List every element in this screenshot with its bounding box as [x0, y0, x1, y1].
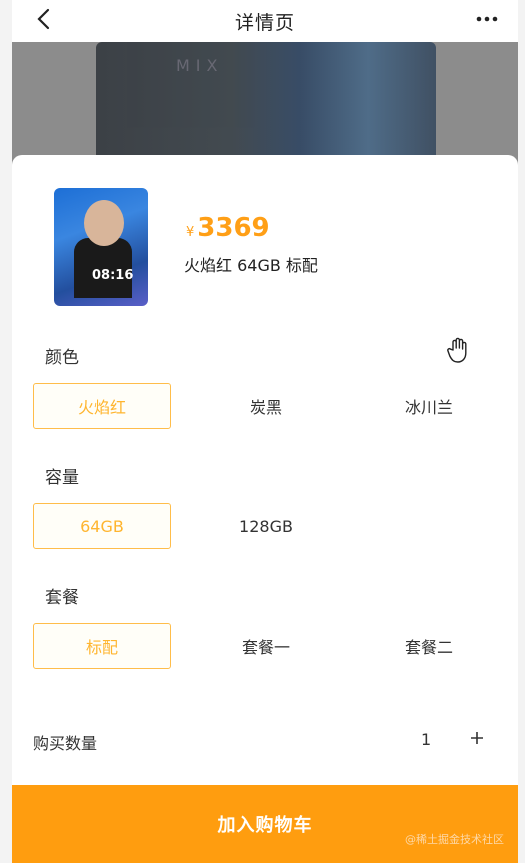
package-option-standard[interactable]: 标配: [33, 623, 171, 669]
more-horizontal-icon: [476, 16, 498, 22]
quantity-value: 1: [421, 730, 432, 749]
color-option-carbon-black[interactable]: 炭黑: [197, 383, 335, 429]
capacity-option-64gb[interactable]: 64GB: [33, 503, 171, 549]
price-symbol: ¥: [186, 225, 195, 240]
hand-cursor-icon: [447, 337, 467, 363]
product-price: ¥ 3369: [186, 213, 270, 243]
package-option-one[interactable]: 套餐一: [197, 623, 335, 669]
banner-logo: MIX: [176, 56, 224, 75]
navbar: 详情页: [12, 0, 518, 42]
quantity-label: 购买数量: [33, 734, 98, 753]
color-option-flame-red[interactable]: 火焰红: [33, 383, 171, 429]
spec-selection-sheet: 08:16 ¥ 3369 火焰红 64GB 标配 颜色 火焰红 炭黑 冰川兰 容…: [12, 155, 518, 863]
detail-page: 详情页 MIX 08:16 ¥ 3369 火焰红 64GB 标配 颜色 火焰红 …: [12, 0, 518, 863]
add-to-cart-label: 加入购物车: [217, 815, 313, 836]
page-title: 详情页: [234, 11, 295, 34]
thumbnail-clock: 08:16: [92, 268, 134, 283]
back-button[interactable]: [30, 6, 56, 32]
watermark: @稀土掘金技术社区: [405, 833, 504, 846]
color-label: 颜色: [45, 348, 79, 368]
capacity-label: 容量: [45, 468, 79, 488]
chevron-left-icon: [37, 8, 50, 30]
thumbnail-face: [84, 200, 124, 246]
price-value: 3369: [197, 213, 270, 243]
quantity-increase-button[interactable]: [466, 726, 488, 750]
package-option-two[interactable]: 套餐二: [360, 623, 498, 669]
more-button[interactable]: [472, 6, 502, 32]
capacity-option-128gb[interactable]: 128GB: [197, 503, 335, 549]
package-label: 套餐: [45, 588, 79, 608]
selected-spec-text: 火焰红 64GB 标配: [184, 256, 318, 275]
color-option-glacier-blue[interactable]: 冰川兰: [360, 383, 498, 429]
add-to-cart-button[interactable]: 加入购物车: [12, 785, 518, 863]
plus-icon: [471, 732, 483, 744]
product-thumbnail: 08:16: [54, 188, 148, 306]
